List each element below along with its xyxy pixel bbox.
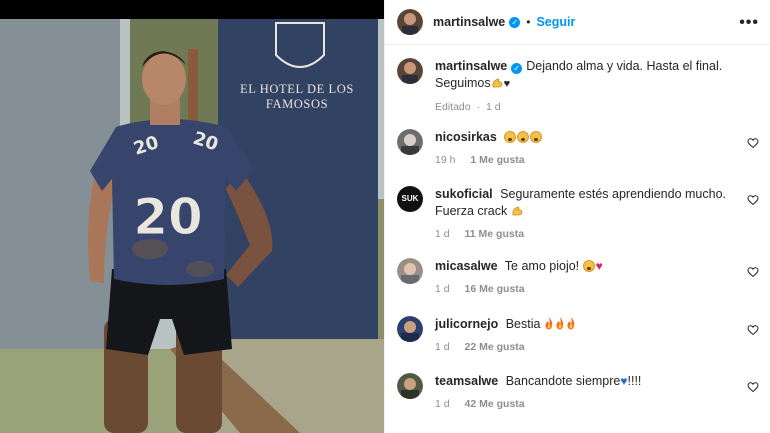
comment-row: nicosirkas 19 h 1 Me gusta [397, 129, 763, 166]
flexed-biceps-icon [512, 206, 523, 216]
comment-username[interactable]: sukoficial [435, 187, 493, 201]
comment-time[interactable]: 1 d [435, 341, 450, 353]
heart-outline-icon[interactable] [747, 194, 759, 206]
comment-avatar[interactable]: SUK [397, 186, 423, 212]
comment-text: teamsalwe Bancandote siempre♥!!!! [435, 373, 737, 390]
comments-list[interactable]: martinsalwe ✓ Dejando alma y vida. Hasta e… [385, 46, 770, 433]
comment-likes[interactable]: 42 Me gusta [465, 398, 525, 410]
comment-time[interactable]: 1 d [435, 283, 450, 295]
comment-row: julicornejo Bestia 1 d 22 Me gusta [397, 316, 763, 353]
face-screaming-icon [582, 260, 595, 272]
caption-time[interactable]: 1 d [486, 101, 501, 113]
comment-avatar[interactable] [397, 129, 423, 155]
caption-line-2: Seguimos [435, 76, 491, 90]
comment-username[interactable]: teamsalwe [435, 374, 498, 388]
caption-line-1: Dejando alma y vida. Hasta el final. [526, 59, 723, 73]
fire-icon [567, 317, 575, 330]
comment-username[interactable]: micasalwe [435, 259, 498, 273]
face-screaming-icon [504, 131, 517, 143]
comment-body: Bestia [505, 317, 541, 331]
comment-text: julicornejo Bestia [435, 316, 737, 333]
comment-avatar[interactable] [397, 258, 423, 284]
comment-time[interactable]: 19 h [435, 154, 455, 166]
comment-meta: 1 d 11 Me gusta [435, 228, 737, 240]
caption-avatar[interactable] [397, 58, 423, 84]
comment-likes[interactable]: 1 Me gusta [470, 154, 524, 166]
comment-time[interactable]: 1 d [435, 228, 450, 240]
fire-icon [556, 317, 564, 330]
comment-likes[interactable]: 22 Me gusta [465, 341, 525, 353]
author-username[interactable]: martinsalwe [433, 15, 505, 29]
face-screaming-icon [530, 131, 543, 143]
comment-body-suffix: !!!! [627, 374, 642, 388]
comment-text: nicosirkas [435, 129, 737, 146]
photo-top-bar [0, 0, 384, 19]
comment-meta: 19 h 1 Me gusta [435, 154, 737, 166]
caption-row: martinsalwe ✓ Dejando alma y vida. Hasta e… [397, 58, 763, 113]
fire-icon [545, 317, 553, 330]
follow-button[interactable]: Seguir [536, 15, 575, 29]
comment-likes[interactable]: 11 Me gusta [465, 228, 525, 240]
comment-avatar[interactable] [397, 373, 423, 399]
svg-text:20: 20 [133, 188, 203, 246]
comment-username[interactable]: nicosirkas [435, 130, 497, 144]
blue-heart-icon: ♥ [620, 374, 628, 388]
flexed-biceps-icon [492, 78, 502, 88]
verified-badge-icon: ✓ [509, 16, 521, 28]
comment-row: SUK sukoficial Seguramente estés aprendi… [397, 186, 763, 240]
heart-outline-icon[interactable] [747, 137, 759, 149]
comment-meta: 1 d 22 Me gusta [435, 341, 737, 353]
caption-username[interactable]: martinsalwe [435, 59, 507, 73]
caption-text: martinsalwe ✓ Dejando alma y vida. Hasta e… [435, 58, 737, 93]
edited-label: Editado [435, 101, 471, 113]
heart-outline-icon[interactable] [747, 381, 759, 393]
comment-likes[interactable]: 16 Me gusta [465, 283, 525, 295]
header-separator: • [526, 15, 531, 29]
face-screaming-icon [517, 131, 530, 143]
verified-badge-icon: ✓ [511, 63, 523, 74]
comment-text: micasalwe Te amo piojo! ♥ [435, 258, 737, 275]
comment-meta: 1 d 42 Me gusta [435, 398, 737, 410]
comment-row: micasalwe Te amo piojo! ♥ 1 d 16 Me gust… [397, 258, 763, 295]
post-photo[interactable]: 20 20 20 EL HOTEL DE LOS FAMOSOS [0, 0, 384, 433]
post-header: martinsalwe ✓ • Seguir ••• [385, 0, 770, 45]
author-avatar[interactable] [397, 9, 423, 35]
heart-outline-icon[interactable] [747, 324, 759, 336]
comment-row: teamsalwe Bancandote siempre♥!!!! 1 d 42… [397, 373, 763, 410]
post-side-panel: martinsalwe ✓ • Seguir ••• martinsalwe ✓ D… [384, 0, 770, 433]
caption-meta: Editado · 1 d [435, 101, 501, 113]
more-options-icon[interactable]: ••• [739, 14, 759, 32]
comment-meta: 1 d 16 Me gusta [435, 283, 737, 295]
banner-title: EL HOTEL DE LOS FAMOSOS [240, 82, 354, 111]
comment-body: Te amo piojo! [504, 259, 580, 273]
comment-body: Bancandote siempre [505, 374, 621, 388]
black-heart-icon: ♥ [503, 78, 511, 90]
comment-username[interactable]: julicornejo [435, 317, 498, 331]
comment-avatar[interactable] [397, 316, 423, 342]
red-heart-icon: ♥ [595, 259, 603, 273]
comment-time[interactable]: 1 d [435, 398, 450, 410]
comment-text: sukoficial Seguramente estés aprendiendo… [435, 186, 737, 220]
heart-outline-icon[interactable] [747, 266, 759, 278]
